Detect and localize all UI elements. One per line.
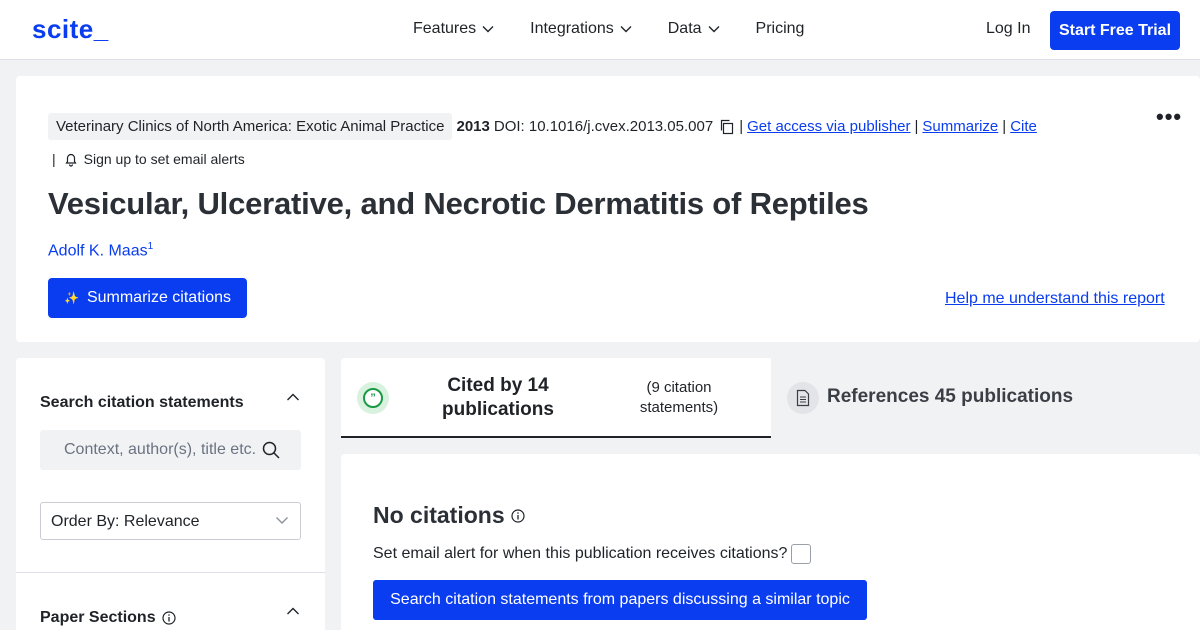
cited-by-label: Cited by 14 publications — [442, 375, 554, 420]
nav-data-label: Data — [667, 20, 702, 37]
summarize-citations-label: Summarize citations — [86, 289, 231, 306]
separator: | — [1002, 118, 1007, 135]
summarize-link[interactable]: Summarize — [922, 118, 998, 135]
login-link[interactable]: Log In — [986, 20, 1030, 38]
nav-integrations[interactable]: Integrations — [530, 20, 632, 38]
references-label: References 45 publications — [827, 386, 1074, 407]
paper-sections-label: Paper Sections — [40, 609, 156, 626]
paper-meta-line: Veterinary Clinics of North America: Exo… — [48, 113, 1037, 140]
citation-alert-question: Set email alert for when this publicatio… — [373, 545, 788, 562]
tab-references[interactable]: References 45 publications — [771, 358, 1200, 438]
search-citation-statements-heading: Search citation statements — [40, 394, 244, 411]
nav-pricing-label: Pricing — [755, 20, 805, 37]
publication-year: 2013 — [456, 118, 490, 135]
sparkle-icon: ✨ — [64, 291, 79, 305]
email-alert-signup[interactable]: | Sign up to set email alerts — [52, 151, 245, 167]
citation-statements-count: (9 citation statements) — [639, 379, 719, 416]
help-understand-report-link[interactable]: Help me understand this report — [945, 290, 1165, 308]
paper-header-card: Veterinary Clinics of North America: Exo… — [16, 76, 1200, 342]
citation-search-input[interactable]: Context, author(s), title etc. — [40, 430, 301, 470]
citations-panel: No citations Set email alert for when th… — [341, 454, 1200, 630]
paper-title: Vesicular, Ulcerative, and Necrotic Derm… — [48, 186, 869, 221]
main-nav: Features Integrations Data Pricing — [413, 20, 840, 38]
info-icon[interactable] — [162, 611, 176, 625]
more-options-icon[interactable]: ••• — [1156, 104, 1182, 130]
search-placeholder: Context, author(s), title etc. — [64, 441, 257, 458]
chevron-up-icon[interactable] — [286, 606, 300, 616]
tab-cited-by[interactable]: ” Cited by 14 publications (9 citation s… — [341, 358, 771, 438]
paper-sections-heading: Paper Sections — [40, 609, 176, 627]
separator: | — [914, 118, 919, 135]
email-alert-label: Sign up to set email alerts — [83, 151, 245, 167]
divider — [16, 572, 325, 573]
author-link[interactable]: Adolf K. Maas1 — [48, 241, 153, 260]
citation-filters-sidebar: Search citation statements Context, auth… — [16, 358, 325, 630]
author-name: Adolf K. Maas — [48, 242, 148, 260]
bell-icon — [65, 153, 77, 167]
order-by-value: Order By: Relevance — [51, 513, 200, 530]
order-by-select[interactable]: Order By: Relevance — [40, 502, 301, 540]
search-icon[interactable] — [262, 441, 280, 459]
summarize-citations-button[interactable]: ✨ Summarize citations — [48, 278, 247, 318]
separator: | — [52, 151, 56, 167]
nav-integrations-label: Integrations — [530, 20, 614, 37]
author-affiliation-number: 1 — [147, 241, 154, 252]
chevron-down-icon — [620, 26, 632, 33]
nav-features-label: Features — [413, 20, 477, 37]
nav-pricing[interactable]: Pricing — [756, 20, 805, 38]
quote-icon: ” — [357, 382, 389, 414]
nav-data[interactable]: Data — [668, 20, 720, 38]
start-free-trial-button[interactable]: Start Free Trial — [1050, 11, 1180, 50]
get-access-link[interactable]: Get access via publisher — [747, 118, 910, 135]
scite-logo[interactable]: scite_ — [32, 14, 109, 45]
citation-tabs: ” Cited by 14 publications (9 citation s… — [341, 358, 1200, 438]
copy-icon[interactable] — [719, 119, 735, 135]
top-navigation-bar: scite_ Features Integrations Data Pricin… — [0, 0, 1200, 60]
cite-link[interactable]: Cite — [1010, 118, 1037, 135]
chevron-down-icon — [276, 517, 288, 524]
document-icon — [787, 382, 819, 414]
chevron-up-icon[interactable] — [286, 392, 300, 402]
citation-alert-checkbox[interactable] — [791, 544, 812, 564]
nav-features[interactable]: Features — [413, 20, 494, 38]
no-citations-heading: No citations — [373, 502, 525, 529]
no-citations-label: No citations — [373, 502, 505, 528]
chevron-down-icon — [482, 26, 494, 33]
doi-text: DOI: 10.1016/j.cvex.2013.05.007 — [493, 118, 714, 135]
chevron-down-icon — [708, 26, 720, 33]
journal-name[interactable]: Veterinary Clinics of North America: Exo… — [48, 113, 453, 140]
search-similar-topic-button[interactable]: Search citation statements from papers d… — [373, 580, 867, 620]
citation-alert-row: Set email alert for when this publicatio… — [373, 544, 812, 564]
separator: | — [739, 118, 744, 135]
info-icon[interactable] — [511, 508, 525, 523]
